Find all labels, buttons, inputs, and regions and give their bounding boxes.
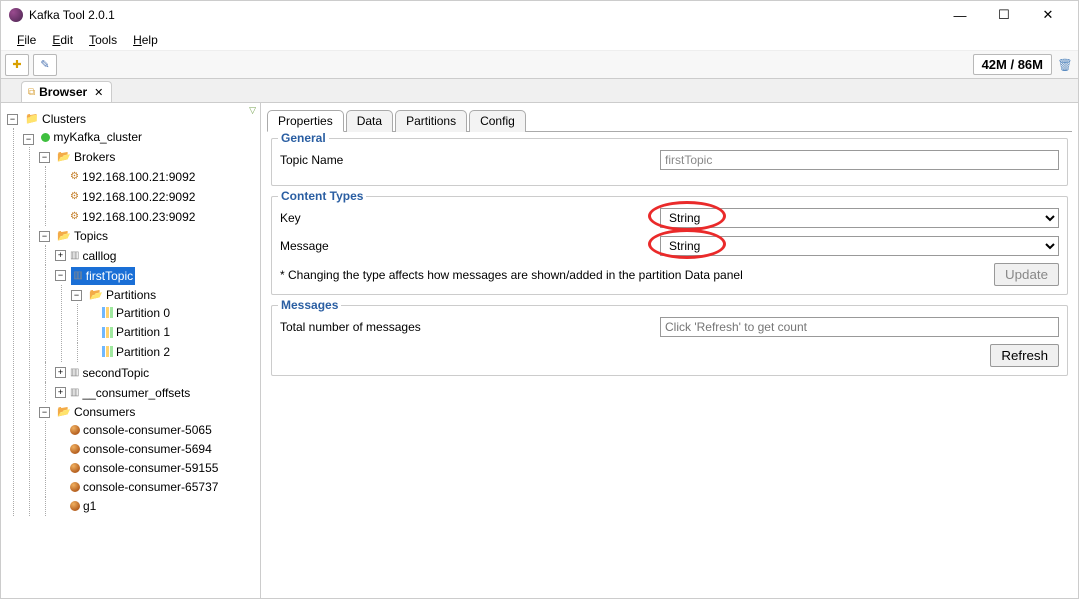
expand-toggle[interactable]: − — [71, 290, 82, 301]
close-button[interactable]: ✕ — [1026, 1, 1070, 29]
tab-properties[interactable]: Properties — [267, 110, 344, 132]
expand-toggle[interactable]: − — [39, 231, 50, 242]
consumer-icon — [70, 501, 80, 511]
status-dot-icon — [41, 133, 50, 142]
browser-tab[interactable]: ⧉ Browser ✕ — [21, 81, 112, 102]
tree-cluster[interactable]: myKafka_cluster — [39, 128, 144, 146]
book-icon: ▥ — [70, 384, 79, 402]
total-messages-input — [660, 317, 1059, 337]
browser-tab-label: Browser — [39, 85, 87, 99]
browser-tab-icon: ⧉ — [28, 87, 35, 98]
tab-config[interactable]: Config — [469, 110, 526, 132]
tree-broker[interactable]: ⚙192.168.100.23:9092 — [68, 208, 197, 226]
tree-topic-calllog[interactable]: ▥calllog — [68, 247, 118, 265]
tree-consumer[interactable]: console-consumer-5694 — [68, 440, 214, 458]
tree-broker[interactable]: ⚙192.168.100.22:9092 — [68, 188, 197, 206]
tree-consumer[interactable]: g1 — [68, 497, 98, 515]
partition-icon — [102, 346, 113, 357]
message-type-select[interactable]: String — [660, 236, 1059, 256]
tree-partition[interactable]: Partition 0 — [100, 304, 172, 322]
folder-icon: 📁 — [25, 110, 39, 128]
gear-icon: ⚙ — [70, 168, 79, 186]
topic-name-input — [660, 150, 1059, 170]
tree-partitions[interactable]: 📂Partitions — [87, 286, 158, 304]
total-messages-label: Total number of messages — [280, 320, 660, 334]
menu-edit[interactable]: Edit — [46, 31, 79, 49]
cluster-tree: − 📁Clusters − myKafka_cluster − 📂Brokers — [5, 109, 256, 516]
refresh-button[interactable]: Refresh — [990, 344, 1059, 367]
key-label: Key — [280, 211, 660, 225]
maximize-button[interactable]: ☐ — [982, 1, 1026, 29]
folder-icon: 📂 — [57, 227, 71, 245]
tree-consumers[interactable]: 📂Consumers — [55, 403, 137, 421]
expand-toggle[interactable]: − — [39, 152, 50, 163]
menu-file[interactable]: File — [11, 31, 42, 49]
expand-toggle[interactable]: + — [55, 250, 66, 261]
expand-toggle[interactable]: + — [55, 387, 66, 398]
content-types-note: * Changing the type affects how messages… — [280, 268, 743, 282]
memory-info: 42M / 86M — [973, 54, 1052, 75]
gc-button[interactable]: 🗑 — [1056, 55, 1074, 75]
message-label: Message — [280, 239, 660, 253]
book-icon: ▥ — [70, 364, 79, 382]
tree-topics[interactable]: 📂Topics — [55, 227, 110, 245]
content-types-legend: Content Types — [278, 189, 366, 203]
tree-consumer[interactable]: console-consumer-59155 — [68, 459, 220, 477]
consumer-icon — [70, 425, 80, 435]
browser-tab-close[interactable]: ✕ — [94, 86, 103, 99]
tree-consumer[interactable]: console-consumer-65737 — [68, 478, 220, 496]
tree-consumer[interactable]: console-consumer-5065 — [68, 421, 214, 439]
add-cluster-button[interactable]: ✚ — [5, 54, 29, 76]
menu-help[interactable]: Help — [127, 31, 164, 49]
folder-icon: 📂 — [57, 148, 71, 166]
tree-topic-secondtopic[interactable]: ▥secondTopic — [68, 364, 151, 382]
expand-toggle[interactable]: − — [55, 270, 66, 281]
tree-topic-consumer-offsets[interactable]: ▥__consumer_offsets — [68, 384, 192, 402]
edit-button[interactable]: ✎ — [33, 54, 57, 76]
partition-icon — [102, 327, 113, 338]
expand-toggle[interactable]: + — [55, 367, 66, 378]
window-title: Kafka Tool 2.0.1 — [29, 8, 938, 22]
tree-partition[interactable]: Partition 1 — [100, 323, 172, 341]
gear-icon: ⚙ — [70, 208, 79, 226]
consumer-icon — [70, 482, 80, 492]
folder-icon: 📂 — [57, 403, 71, 421]
topic-name-label: Topic Name — [280, 153, 660, 167]
menu-tools[interactable]: Tools — [83, 31, 123, 49]
key-type-select[interactable]: String — [660, 208, 1059, 228]
consumer-icon — [70, 463, 80, 473]
minimize-button[interactable]: ― — [938, 1, 982, 29]
tab-data[interactable]: Data — [346, 110, 393, 132]
update-button[interactable]: Update — [994, 263, 1059, 286]
consumer-icon — [70, 444, 80, 454]
messages-legend: Messages — [278, 298, 341, 312]
app-icon — [9, 8, 23, 22]
tree-broker[interactable]: ⚙192.168.100.21:9092 — [68, 168, 197, 186]
expand-toggle[interactable]: − — [7, 114, 18, 125]
tree-brokers[interactable]: 📂Brokers — [55, 148, 117, 166]
tree-clusters[interactable]: 📁Clusters — [23, 110, 88, 128]
folder-icon: 📂 — [89, 286, 103, 304]
tab-partitions[interactable]: Partitions — [395, 110, 467, 132]
general-legend: General — [278, 131, 329, 145]
book-icon: ▥ — [73, 267, 82, 285]
expand-toggle[interactable]: − — [39, 407, 50, 418]
expand-toggle[interactable]: − — [23, 134, 34, 145]
gear-icon: ⚙ — [70, 188, 79, 206]
tree-partition[interactable]: Partition 2 — [100, 343, 172, 361]
tree-topic-firsttopic[interactable]: ▥firstTopic — [71, 267, 135, 285]
menubar: File Edit Tools Help — [1, 29, 1078, 51]
partition-icon — [102, 307, 113, 318]
book-icon: ▥ — [70, 247, 79, 265]
